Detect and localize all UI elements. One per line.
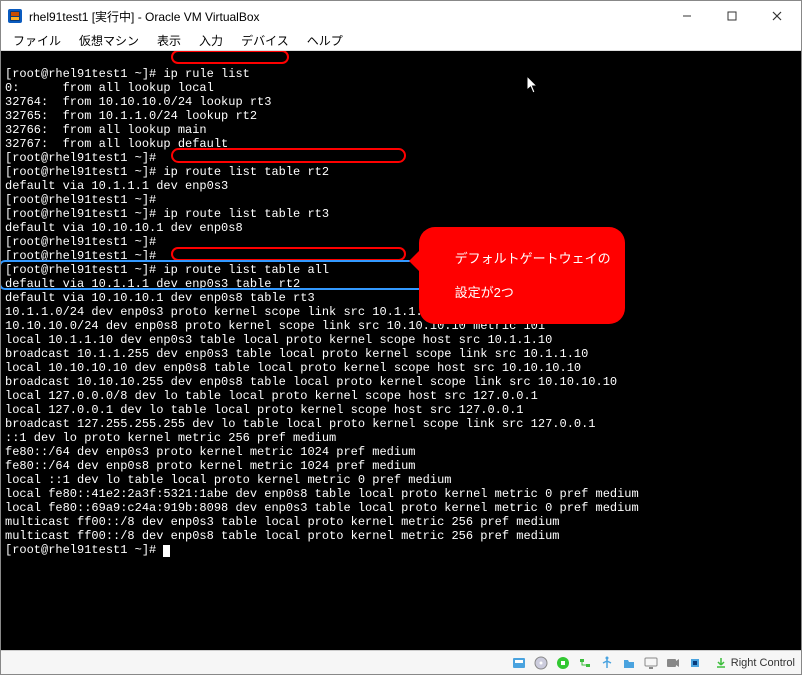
hostkey-arrow-icon — [715, 657, 727, 669]
app-icon — [7, 8, 23, 24]
menu-file[interactable]: ファイル — [5, 31, 69, 50]
hostkey-indicator[interactable]: Right Control — [715, 657, 795, 669]
cmd-ip-rule: ip rule list — [163, 67, 249, 81]
rule-line: 0: from all lookup local — [5, 81, 214, 95]
menu-input[interactable]: 入力 — [191, 31, 231, 50]
vm-window: rhel91test1 [実行中] - Oracle VM VirtualBox… — [0, 0, 802, 675]
terminal-cursor — [163, 545, 170, 557]
minimize-button[interactable] — [664, 2, 709, 30]
disk-icon[interactable] — [511, 655, 527, 671]
titlebar[interactable]: rhel91test1 [実行中] - Oracle VM VirtualBox — [1, 1, 801, 31]
prompt: [root@rhel91test1 ~]# — [5, 263, 156, 277]
prompt: [root@rhel91test1 ~]# — [5, 249, 156, 263]
route-line: fe80::/64 dev enp0s8 proto kernel metric… — [5, 459, 415, 473]
rule-line: 32767: from all lookup default — [5, 137, 228, 151]
route-line: local 127.0.0.0/8 dev lo table local pro… — [5, 389, 538, 403]
route-line: default via 10.1.1.1 dev enp0s3 table rt… — [5, 277, 300, 291]
route-line: 10.10.10.0/24 dev enp0s8 proto kernel sc… — [5, 319, 545, 333]
annotation-box-ip-rule — [171, 51, 289, 64]
route-line: default via 10.10.10.1 dev enp0s8 — [5, 221, 243, 235]
route-line: local fe80::69a9:c24a:919b:8098 dev enp0… — [5, 501, 639, 515]
route-line: local 10.10.10.10 dev enp0s8 table local… — [5, 361, 581, 375]
route-line: broadcast 127.255.255.255 dev lo table l… — [5, 417, 596, 431]
route-line: local 127.0.0.1 dev lo table local proto… — [5, 403, 523, 417]
menu-view[interactable]: 表示 — [149, 31, 189, 50]
rule-line: 32764: from 10.10.10.0/24 lookup rt3 — [5, 95, 271, 109]
route-line: fe80::/64 dev enp0s3 proto kernel metric… — [5, 445, 415, 459]
route-line: multicast ff00::/8 dev enp0s8 table loca… — [5, 529, 560, 543]
prompt: [root@rhel91test1 ~]# — [5, 207, 156, 221]
maximize-button[interactable] — [709, 2, 754, 30]
statusbar: Right Control — [1, 650, 801, 674]
menu-help[interactable]: ヘルプ — [299, 31, 351, 50]
minimize-icon — [682, 11, 692, 21]
prompt: [root@rhel91test1 ~]# — [5, 165, 156, 179]
route-line: ::1 dev lo proto kernel metric 256 pref … — [5, 431, 336, 445]
menu-devices[interactable]: デバイス — [233, 31, 297, 50]
window-title: rhel91test1 [実行中] - Oracle VM VirtualBox — [29, 8, 664, 25]
route-line: local ::1 dev lo table local proto kerne… — [5, 473, 451, 487]
route-line: broadcast 10.1.1.255 dev enp0s3 table lo… — [5, 347, 588, 361]
record-icon[interactable] — [665, 655, 681, 671]
cmd-route-all: ip route list table all — [163, 263, 329, 277]
annotation-box-route-all — [171, 247, 406, 261]
rule-line: 32765: from 10.1.1.0/24 lookup rt2 — [5, 109, 257, 123]
cpu-icon[interactable] — [687, 655, 703, 671]
route-line: multicast ff00::/8 dev enp0s3 table loca… — [5, 515, 560, 529]
cmd-route-rt2: ip route list table rt2 — [163, 165, 329, 179]
route-line: local 10.1.1.10 dev enp0s3 table local p… — [5, 333, 552, 347]
window-controls — [664, 2, 799, 30]
route-line: default via 10.10.10.1 dev enp0s8 table … — [5, 291, 315, 305]
prompt: [root@rhel91test1 ~]# — [5, 151, 156, 165]
route-line: local fe80::41e2:2a3f:5321:1abe dev enp0… — [5, 487, 639, 501]
prompt: [root@rhel91test1 ~]# — [5, 193, 156, 207]
close-button[interactable] — [754, 2, 799, 30]
terminal[interactable]: [root@rhel91test1 ~]# ip rule list 0: fr… — [1, 51, 801, 650]
cmd-route-rt3: ip route list table rt3 — [163, 207, 329, 221]
usb-icon[interactable] — [599, 655, 615, 671]
route-line: 10.1.1.0/24 dev enp0s3 proto kernel scop… — [5, 305, 516, 319]
menu-machine[interactable]: 仮想マシン — [71, 31, 147, 50]
rule-line: 32766: from all lookup main — [5, 123, 207, 137]
close-icon — [772, 11, 782, 21]
route-line: default via 10.1.1.1 dev enp0s3 — [5, 179, 228, 193]
display-icon[interactable] — [643, 655, 659, 671]
cd-icon[interactable] — [533, 655, 549, 671]
mouse-pointer — [483, 61, 497, 81]
audio-icon[interactable] — [555, 655, 571, 671]
prompt: [root@rhel91test1 ~]# — [5, 543, 156, 557]
hostkey-label: Right Control — [731, 657, 795, 669]
route-line: broadcast 10.10.10.255 dev enp0s8 table … — [5, 375, 617, 389]
menubar: ファイル 仮想マシン 表示 入力 デバイス ヘルプ — [1, 31, 801, 51]
network-icon[interactable] — [577, 655, 593, 671]
shared-folder-icon[interactable] — [621, 655, 637, 671]
maximize-icon — [727, 11, 737, 21]
callout-line1: デフォルトゲートウェイの — [455, 251, 611, 266]
callout-line2: 設定が2つ — [455, 285, 514, 300]
prompt: [root@rhel91test1 ~]# — [5, 235, 156, 249]
prompt: [root@rhel91test1 ~]# — [5, 67, 156, 81]
